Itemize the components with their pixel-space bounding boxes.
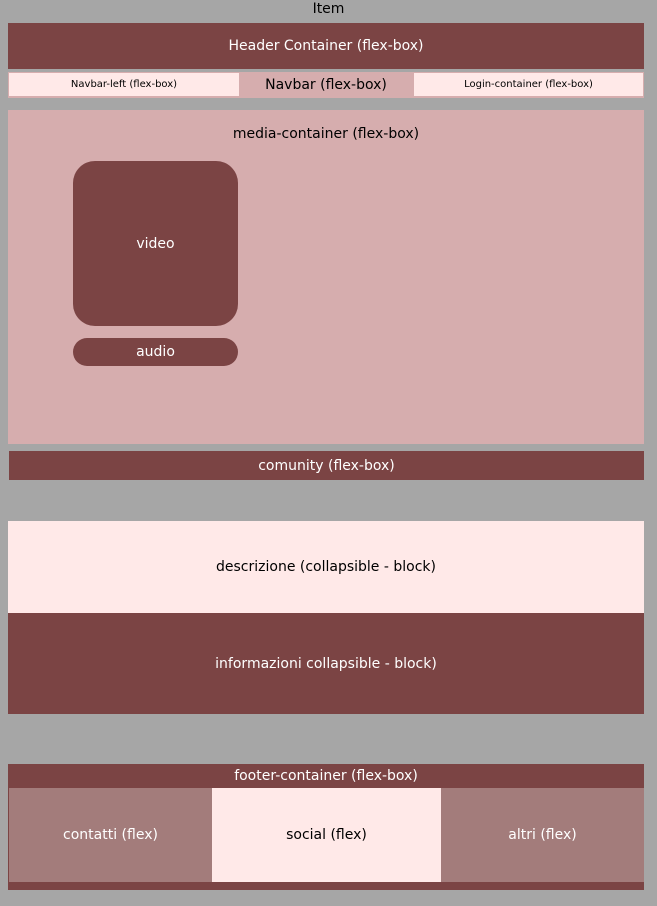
informazioni-collapsible: informazioni collapsible - block)	[8, 613, 644, 714]
contatti-block: contatti (flex)	[9, 788, 212, 882]
header-container: Header Container (flex-box)	[8, 23, 644, 69]
altri-block: altri (flex)	[441, 788, 644, 882]
video-block: video	[73, 161, 238, 326]
audio-block: audio	[73, 338, 238, 366]
navbar-left: Navbar-left (flex-box)	[9, 73, 239, 96]
page-title: Item	[312, 0, 345, 17]
login-container: Login-container (flex-box)	[414, 73, 643, 96]
descrizione-collapsible: descrizione (collapsible - block)	[8, 521, 644, 613]
media-container-label: media-container (flex-box)	[232, 126, 420, 142]
social-block: social (flex)	[212, 788, 441, 882]
community-container: comunity (flex-box)	[9, 451, 644, 480]
footer-container-label: footer-container (flex-box)	[234, 768, 418, 784]
